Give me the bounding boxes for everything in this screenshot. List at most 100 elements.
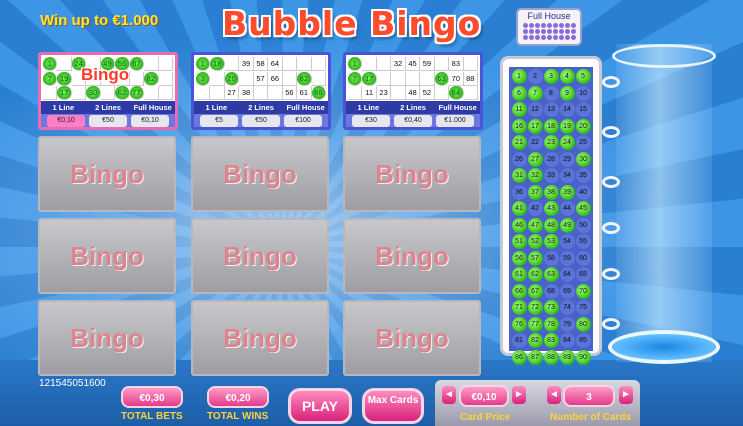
- total-wins-label: TOTAL WINS: [207, 411, 269, 422]
- card-cell: 64: [268, 57, 283, 71]
- prize-1-line-value: €30: [352, 115, 390, 127]
- board-ball: 77: [527, 316, 543, 332]
- card-cell: 82: [297, 71, 312, 86]
- board-ball: 47: [527, 217, 543, 233]
- board-ball: 1: [511, 69, 527, 84]
- board-ball: 17: [527, 118, 543, 134]
- card-price-value: €0,10: [459, 385, 509, 407]
- card-cell: 23: [376, 86, 392, 101]
- max-cards-button[interactable]: Max Cards: [362, 388, 424, 424]
- empty-card-slot[interactable]: Bingo: [38, 300, 176, 376]
- ball-number-grid: 1 2 3 4 5 6 7 8 9 10 11 12 13 14 15 16 17 18 19 20 21 22 23 24 2…: [509, 67, 593, 365]
- board-ball: 8: [543, 85, 559, 101]
- card-cell: 27: [224, 86, 240, 101]
- board-ball: 32: [527, 168, 543, 183]
- card-cell: [158, 86, 173, 101]
- empty-card-slot[interactable]: Bingo: [191, 218, 329, 294]
- empty-slot-label: Bingo: [375, 158, 449, 189]
- bingo-card-3[interactable]: 1 32 45 59 83 7 17 63 70 88 11 23 48 52 84 1 Line 2 Li…: [343, 52, 483, 130]
- card-price-row: €0,10 €50 €0,10: [41, 114, 175, 127]
- card-cell: [362, 57, 377, 71]
- board-ball: 61: [511, 267, 527, 282]
- prize-2-lines-value: €50: [242, 115, 280, 127]
- number-of-cards-label: Number of Cards: [550, 412, 632, 423]
- card-cell: 70: [449, 71, 464, 86]
- board-ball: 83: [543, 333, 559, 348]
- prize-full-house-value: €100: [284, 115, 322, 127]
- board-ball: 52: [527, 234, 543, 249]
- empty-card-slot[interactable]: Bingo: [38, 218, 176, 294]
- board-ball: 38: [543, 184, 559, 200]
- card-cell: [158, 71, 173, 86]
- empty-card-slot[interactable]: Bingo: [191, 136, 329, 212]
- board-ball: 60: [575, 250, 591, 266]
- card-cell: 66: [268, 71, 283, 86]
- card-price-decrease-arrow-icon[interactable]: ◄: [442, 386, 456, 404]
- board-ball: 73: [543, 300, 559, 315]
- board-ball: 81: [511, 333, 527, 348]
- board-ball: 44: [559, 201, 575, 216]
- card-cell: 62: [115, 86, 130, 101]
- board-ball: 4: [559, 69, 575, 84]
- card-prize-row: 1 Line 2 Lines Full House: [41, 101, 175, 114]
- board-ball: 56: [511, 250, 527, 266]
- board-ball: 66: [511, 283, 527, 299]
- empty-card-slot[interactable]: Bingo: [191, 300, 329, 376]
- bingo-card-2[interactable]: 1 18 39 58 64 3 20 57 66 82 27 38 56 61 86 1 Line 2 Li…: [191, 52, 331, 130]
- card-number-grid: 1 32 45 59 83 7 17 63 70 88 11 23 48 52 84: [348, 57, 478, 101]
- board-ball: 23: [543, 135, 559, 150]
- board-ball: 85: [575, 333, 591, 348]
- board-ball: 84: [559, 333, 575, 348]
- card-cell: [210, 86, 225, 101]
- card-cell: 1: [196, 57, 211, 71]
- bingo-win-badge: Bingo: [81, 65, 130, 84]
- full-house-indicator: Full House: [516, 8, 582, 46]
- empty-card-slot[interactable]: Bingo: [38, 136, 176, 212]
- card-cell: 61: [297, 86, 312, 101]
- tube-base: [608, 330, 720, 364]
- board-ball: 35: [575, 168, 591, 183]
- game-logo: Bubble Bingo: [222, 4, 482, 43]
- drawn-balls-board: 1 2 3 4 5 6 7 8 9 10 11 12 13 14 15 16 17 18 19 20 21 22 23 24 2…: [500, 56, 602, 365]
- card-cell: 56: [282, 86, 298, 101]
- board-ball: 87: [527, 349, 543, 365]
- card-price-increase-arrow-icon[interactable]: ►: [512, 386, 526, 404]
- board-ball: 3: [543, 69, 559, 84]
- card-cell: [57, 57, 72, 71]
- card-cell: [391, 71, 406, 86]
- prize-full-house-value: €0,10: [131, 115, 169, 127]
- tube-top-ring: [612, 44, 716, 68]
- card-cell: [210, 71, 225, 86]
- bingo-card-1[interactable]: 1 24 49 56 67 7 19 82 17 30 62 77 1 Line 2 Lines Fu…: [38, 52, 178, 130]
- empty-card-slot[interactable]: Bingo: [343, 136, 481, 212]
- board-ball: 51: [511, 234, 527, 249]
- card-cell: 52: [420, 86, 435, 101]
- board-ball: 18: [543, 118, 559, 134]
- tube-peg-icon: [602, 126, 620, 138]
- card-cell: 67: [129, 57, 145, 71]
- board-ball: 76: [511, 316, 527, 332]
- card-cell: 88: [463, 71, 478, 86]
- empty-card-slot[interactable]: Bingo: [343, 218, 481, 294]
- card-cell: [434, 86, 450, 101]
- card-price-row: €30 €0,40 €1.000: [346, 114, 480, 127]
- board-ball: 54: [559, 234, 575, 249]
- prize-2-lines-label: 2 Lines: [400, 103, 426, 112]
- card-cell: 30: [86, 86, 101, 101]
- board-ball: 74: [559, 300, 575, 315]
- empty-slot-label: Bingo: [70, 322, 144, 353]
- empty-slot-label: Bingo: [223, 158, 297, 189]
- prize-full-house-label: Full House: [438, 103, 477, 112]
- card-price-row: €5 €50 €100: [194, 114, 328, 127]
- card-cell: 48: [405, 86, 421, 101]
- card-number-grid: 1 18 39 58 64 3 20 57 66 82 27 38 56 61 86: [196, 57, 326, 101]
- board-ball: 65: [575, 267, 591, 282]
- number-of-cards-decrease-arrow-icon[interactable]: ◄: [547, 386, 561, 404]
- tube-peg-icon: [602, 222, 620, 234]
- play-button[interactable]: PLAY: [288, 388, 352, 424]
- card-cell: [43, 86, 58, 101]
- empty-card-slot[interactable]: Bingo: [343, 300, 481, 376]
- number-of-cards-increase-arrow-icon[interactable]: ►: [619, 386, 633, 404]
- full-house-indicator-label: Full House: [527, 11, 571, 21]
- total-wins-value: €0,20: [207, 386, 269, 408]
